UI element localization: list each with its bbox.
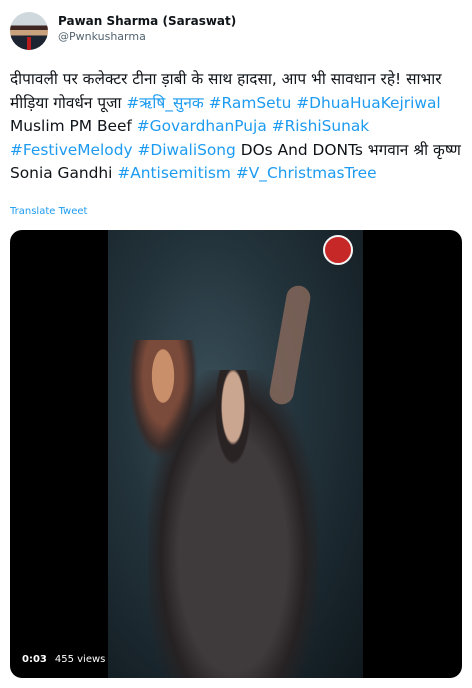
- tweet-text-segment: Muslim PM Beef: [10, 117, 137, 135]
- video-frame[interactable]: [108, 230, 363, 678]
- tweet-header: Pawan Sharma (Saraswat) @Pwnkusharma: [10, 10, 462, 58]
- hashtag-link[interactable]: #GovardhanPuja: [137, 117, 267, 135]
- avatar-tie: [27, 37, 31, 50]
- tweet-text: दीपावली पर कलेक्टर टीना ड़ाबी के साथ हाद…: [10, 68, 462, 186]
- author-handle[interactable]: @Pwnkusharma: [58, 29, 236, 45]
- hashtag-link[interactable]: #DiwaliSong: [138, 141, 236, 159]
- channel-logo-badge: [323, 235, 353, 265]
- hashtag-link[interactable]: #V_ChristmasTree: [236, 164, 377, 182]
- hashtag-link[interactable]: #ऋषि_सुनक: [126, 94, 203, 112]
- hashtag-link[interactable]: #FestiveMelody: [10, 141, 133, 159]
- video-time: 0:03: [22, 653, 47, 665]
- video-player[interactable]: 0:03 455 views: [10, 230, 462, 678]
- author-names: Pawan Sharma (Saraswat) @Pwnkusharma: [58, 13, 236, 45]
- video-main-person: [148, 370, 318, 678]
- hashtag-link[interactable]: #RamSetu: [209, 94, 292, 112]
- hashtag-link[interactable]: #Antisemitism: [117, 164, 231, 182]
- video-views: 455 views: [54, 653, 106, 665]
- hashtag-link[interactable]: #RishiSunak: [272, 117, 370, 135]
- avatar[interactable]: [10, 12, 48, 50]
- video-meta: 0:03 455 views: [22, 650, 105, 668]
- hashtag-link[interactable]: #DhuaHuaKejriwal: [296, 94, 440, 112]
- author-display-name[interactable]: Pawan Sharma (Saraswat): [58, 13, 236, 29]
- translate-tweet-link[interactable]: Translate Tweet: [10, 206, 87, 217]
